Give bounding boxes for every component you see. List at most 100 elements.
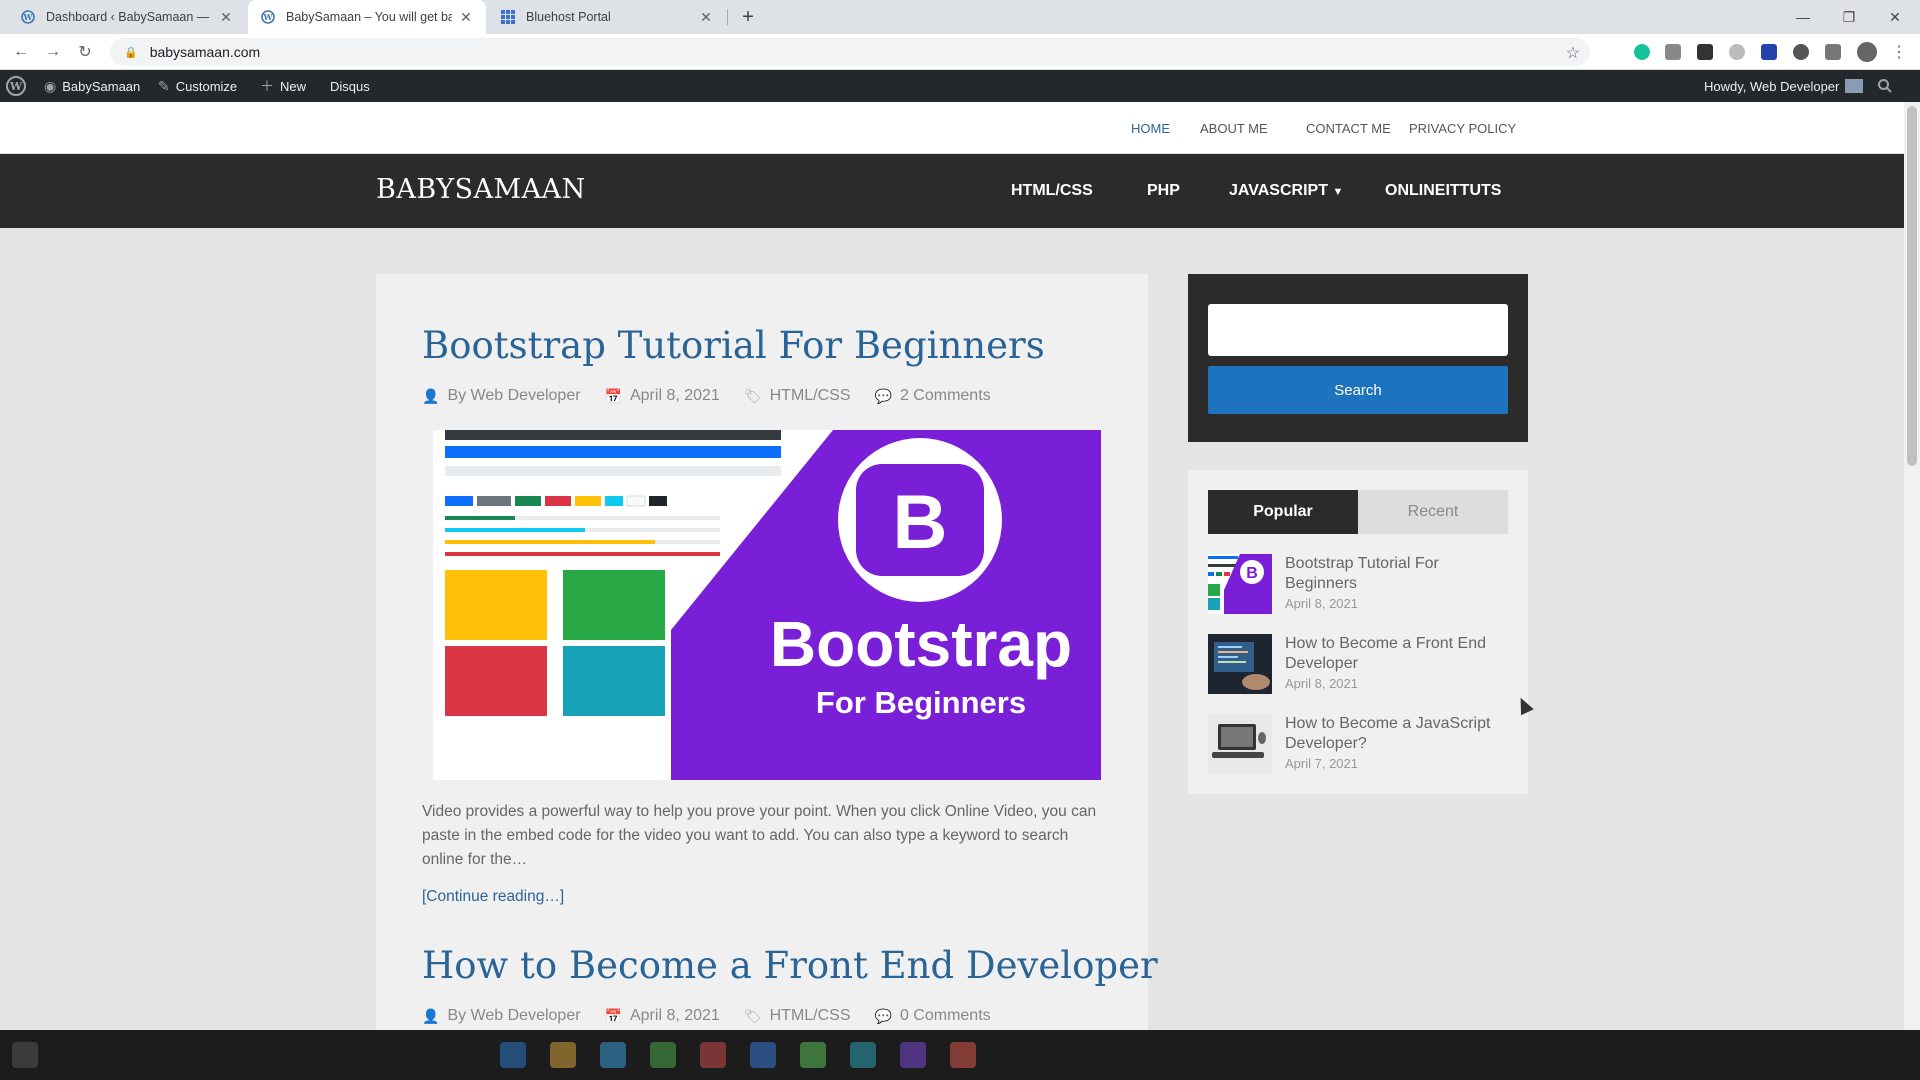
caret-down-icon: ▼ — [1332, 186, 1344, 198]
post-category[interactable]: HTML/CSS — [770, 387, 851, 405]
start-icon[interactable] — [12, 1042, 38, 1068]
post-date: April 8, 2021 — [629, 1007, 720, 1024]
tags-icon: 🏷 — [743, 387, 762, 404]
close-icon[interactable]: ✕ — [698, 9, 714, 25]
thumb-subtitle: For Beginners — [816, 685, 1026, 720]
search-input[interactable] — [1208, 304, 1508, 356]
top-menu-about[interactable]: ABOUT ME — [1200, 121, 1268, 136]
grammarly-icon[interactable] — [1634, 44, 1650, 60]
search-button[interactable]: Search — [1208, 366, 1508, 414]
new-tab-icon[interactable]: + — [736, 5, 760, 29]
grid-icon — [500, 9, 516, 25]
tab-bluehost[interactable]: Bluehost Portal ✕ — [488, 0, 726, 34]
bookmark-star-icon[interactable]: ☆ — [1566, 43, 1580, 63]
post-title[interactable]: Bootstrap Tutorial For Beginners — [422, 324, 1045, 367]
item-date: April 7, 2021 — [1285, 756, 1358, 771]
post-category[interactable]: HTML/CSS — [770, 1007, 851, 1025]
nav-html-css[interactable]: HTML/CSS — [1011, 182, 1093, 200]
admin-customize-link[interactable]: ✎ Customize — [158, 70, 237, 102]
list-item[interactable]: How to Become a Front End Developer Apri… — [1208, 634, 1508, 698]
thumb-letter: B — [893, 480, 948, 565]
minimize-icon[interactable]: — — [1780, 0, 1826, 34]
menu-dots-icon[interactable]: ⋮ — [1886, 40, 1912, 64]
os-taskbar — [0, 1030, 1920, 1080]
profile-avatar-icon[interactable] — [1857, 42, 1877, 62]
puzzle-extensions-icon[interactable] — [1825, 44, 1841, 60]
list-item[interactable]: How to Become a JavaScript Developer? Ap… — [1208, 714, 1508, 778]
admin-new-link[interactable]: ＋ New — [260, 70, 306, 102]
mail-extension-icon[interactable] — [1697, 44, 1713, 60]
admin-site-link[interactable]: ◉ BabySamaan — [44, 70, 140, 102]
nav-php[interactable]: PHP — [1147, 182, 1180, 200]
post-comments[interactable]: 2 Comments — [900, 387, 991, 405]
item-thumbnail — [1208, 634, 1272, 694]
admin-account-menu[interactable]: Howdy, Web Developer — [1704, 70, 1864, 102]
close-icon[interactable]: ✕ — [218, 9, 234, 25]
item-date: April 8, 2021 — [1285, 676, 1358, 691]
nav-javascript[interactable]: JAVASCRIPT ▼ — [1229, 182, 1343, 200]
post-author[interactable]: By Web Developer — [447, 1007, 580, 1025]
comment-icon: 💬 — [874, 387, 892, 404]
wordpress-logo-icon: W — [6, 76, 26, 96]
calendar-icon: 📅 — [604, 1007, 622, 1024]
top-menu-home[interactable]: HOME — [1131, 121, 1170, 136]
tab-separator — [727, 9, 728, 25]
post-thumbnail[interactable]: B Bootstrap For Beginners — [433, 430, 1101, 780]
k-extension-icon[interactable] — [1793, 44, 1809, 60]
close-window-icon[interactable]: ✕ — [1872, 0, 1918, 34]
admin-site-label: BabySamaan — [62, 78, 141, 94]
taskbar-app-icon[interactable] — [500, 1042, 526, 1068]
tab-popular[interactable]: Popular — [1208, 490, 1358, 534]
continue-reading-link[interactable]: [Continue reading…] — [422, 888, 564, 906]
admin-howdy-label: Howdy, Web Developer — [1704, 78, 1840, 94]
admin-disqus-link[interactable]: Disqus — [330, 70, 370, 102]
admin-new-label: New — [280, 78, 307, 94]
taskbar-app-icon[interactable] — [650, 1042, 676, 1068]
item-title[interactable]: How to Become a Front End Developer — [1285, 634, 1510, 674]
post-comments[interactable]: 0 Comments — [900, 1007, 991, 1025]
item-title[interactable]: Bootstrap Tutorial For Beginners — [1285, 554, 1510, 594]
taskbar-app-icon[interactable] — [750, 1042, 776, 1068]
reload-icon[interactable]: ↻ — [72, 40, 98, 64]
address-bar[interactable]: 🔒 babysamaan.com ☆ — [110, 38, 1590, 66]
item-title[interactable]: How to Become a JavaScript Developer? — [1285, 714, 1510, 754]
post-list: Bootstrap Tutorial For Beginners 👤 By Web… — [376, 274, 1158, 1030]
taskbar-app-icon[interactable] — [550, 1042, 576, 1068]
nav-javascript-label: JAVASCRIPT — [1229, 182, 1328, 199]
post-title[interactable]: How to Become a Front End Developer — [422, 944, 1158, 987]
taskbar-app-icon[interactable] — [850, 1042, 876, 1068]
search-widget: Search — [1188, 274, 1528, 442]
back-arrow-icon[interactable]: ← — [8, 40, 34, 64]
nav-onlineittuts[interactable]: ONLINEITTUTS — [1385, 182, 1501, 200]
list-item[interactable]: B Bootstrap Tutorial For Beginners April… — [1208, 554, 1508, 618]
tab-recent[interactable]: Recent — [1358, 490, 1508, 534]
calendar-icon: 📅 — [604, 387, 622, 404]
blocker-icon[interactable] — [1729, 44, 1745, 60]
scrollbar-thumb[interactable] — [1907, 106, 1917, 466]
taskbar-app-icon[interactable] — [700, 1042, 726, 1068]
popular-recent-widget: Popular Recent B Bootstrap Tutorial For … — [1188, 470, 1528, 794]
top-menu-contact[interactable]: CONTACT ME — [1306, 121, 1391, 136]
browser-tab-strip: W Dashboard ‹ BabySamaan — Wo ✕ W BabySa… — [0, 0, 1920, 34]
wp-logo-menu[interactable]: W — [6, 70, 26, 102]
close-icon[interactable]: ✕ — [458, 9, 474, 25]
taskbar-app-icon[interactable] — [900, 1042, 926, 1068]
page-scrollbar[interactable] — [1904, 102, 1920, 1030]
tags-icon: 🏷 — [743, 1007, 762, 1024]
site-brand[interactable]: BABYSAMAAN — [376, 174, 586, 205]
post-author[interactable]: By Web Developer — [447, 387, 580, 405]
taskbar-app-icon[interactable] — [950, 1042, 976, 1068]
tab-dashboard[interactable]: W Dashboard ‹ BabySamaan — Wo ✕ — [8, 0, 246, 34]
taskbar-app-icon[interactable] — [800, 1042, 826, 1068]
tab-babysamaan[interactable]: W BabySamaan – You will get baby ✕ — [248, 0, 486, 34]
forward-arrow-icon[interactable]: → — [40, 40, 66, 64]
main-nav: BABYSAMAAN HTML/CSS PHP JAVASCRIPT ▼ ONL… — [0, 154, 1904, 228]
taskbar-app-icon[interactable] — [600, 1042, 626, 1068]
top-menu-privacy[interactable]: PRIVACY POLICY — [1409, 121, 1516, 136]
restore-icon[interactable]: ❐ — [1826, 0, 1872, 34]
admin-search-icon[interactable] — [1878, 70, 1892, 102]
chart-extension-icon[interactable] — [1761, 44, 1777, 60]
web-page: HOME ABOUT ME CONTACT ME PRIVACY POLICY … — [0, 102, 1904, 1030]
eyedropper-icon[interactable] — [1665, 44, 1681, 60]
item-thumbnail: B — [1208, 554, 1272, 614]
